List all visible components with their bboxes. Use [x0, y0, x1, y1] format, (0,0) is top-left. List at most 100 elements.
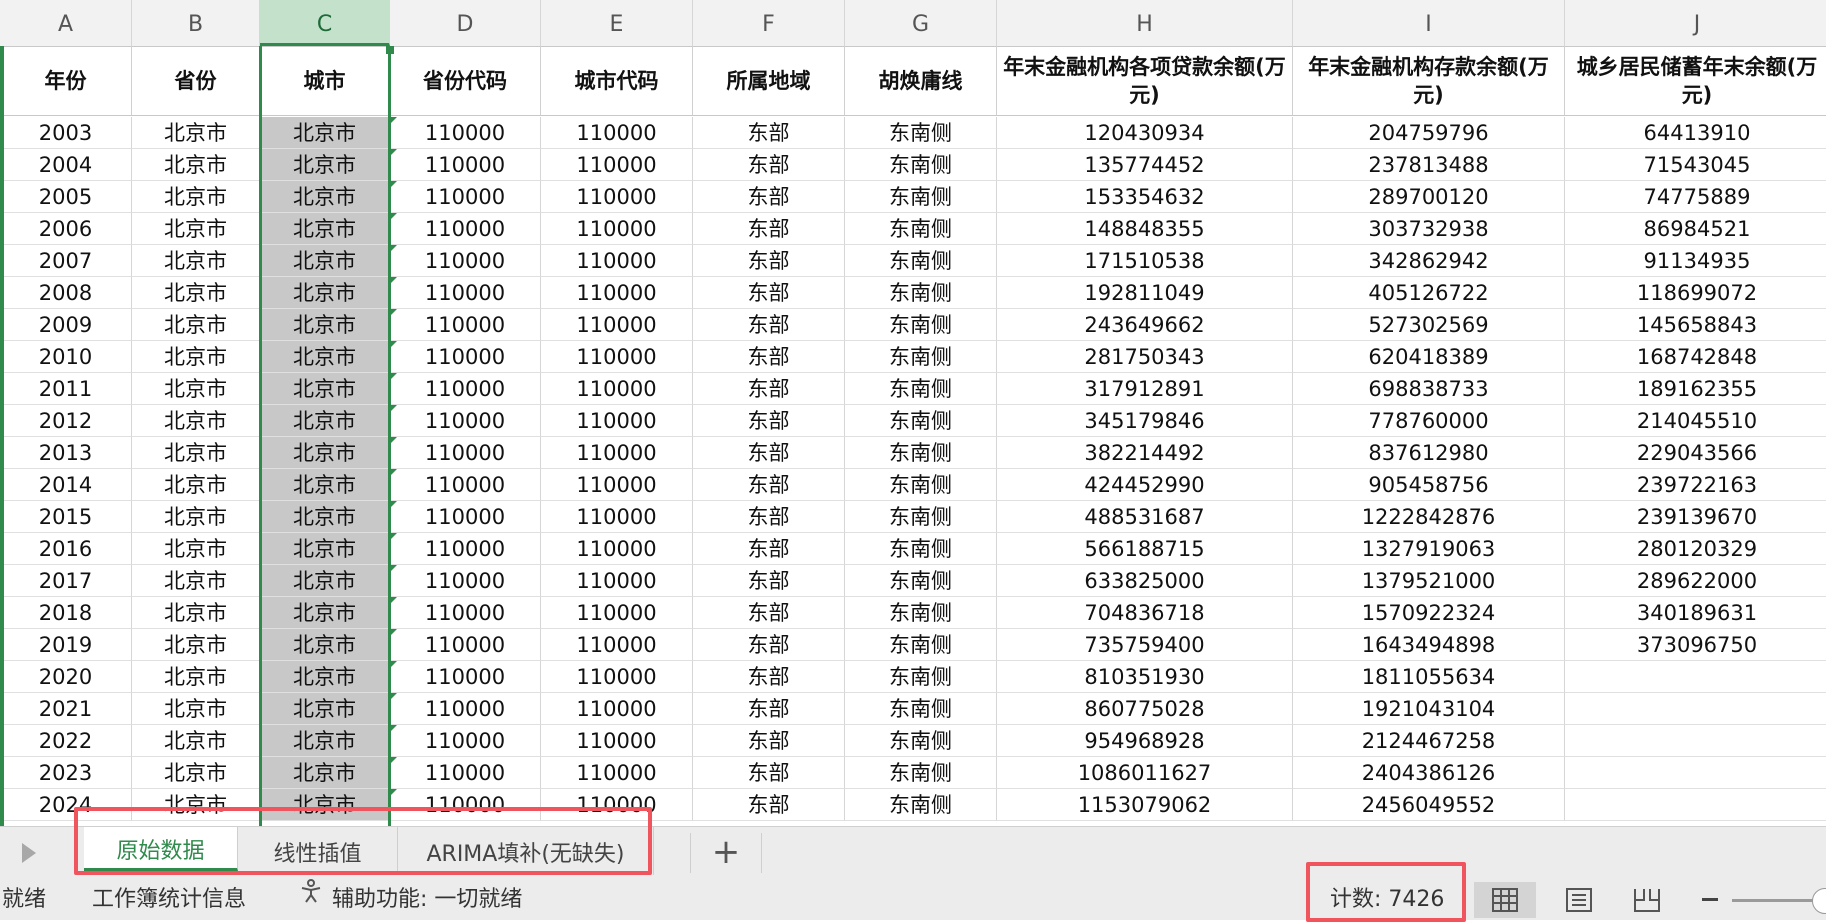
column-header-g[interactable]: G	[845, 0, 997, 46]
cell-loan-balance[interactable]: 424452990	[997, 469, 1293, 501]
column-header-a[interactable]: A	[0, 0, 132, 46]
cell-deposit-balance[interactable]: 1570922324	[1293, 597, 1565, 629]
cell-province[interactable]: 北京市	[132, 309, 260, 341]
cell-year[interactable]: 2019	[0, 629, 132, 661]
cell-deposit-balance[interactable]: 620418389	[1293, 341, 1565, 373]
cell-year[interactable]: 2015	[0, 501, 132, 533]
cell-city-code[interactable]: 110000	[541, 213, 693, 245]
header-city[interactable]: 城市	[260, 46, 390, 116]
cell-deposit-balance[interactable]: 2404386126	[1293, 757, 1565, 789]
cell-region[interactable]: 东部	[693, 469, 845, 501]
cell-deposit-balance[interactable]: 2456049552	[1293, 789, 1565, 821]
cell-hu-line[interactable]: 东南侧	[845, 533, 997, 565]
cell-hu-line[interactable]: 东南侧	[845, 693, 997, 725]
cell-loan-balance[interactable]: 153354632	[997, 181, 1293, 213]
cell-deposit-balance[interactable]: 1327919063	[1293, 533, 1565, 565]
tab-arima-fill[interactable]: ARIMA填补(无缺失)	[398, 827, 654, 875]
cell-province-code[interactable]: 110000	[390, 437, 541, 469]
cell-hu-line[interactable]: 东南侧	[845, 629, 997, 661]
cell-hu-line[interactable]: 东南侧	[845, 213, 997, 245]
cell-hu-line[interactable]: 东南侧	[845, 725, 997, 757]
cell-province[interactable]: 北京市	[132, 725, 260, 757]
workbook-stats-button[interactable]: 工作簿统计信息	[92, 876, 246, 920]
cell-province-code[interactable]: 110000	[390, 405, 541, 437]
sheet-nav-arrow-icon[interactable]	[22, 843, 36, 863]
cell-loan-balance[interactable]: 243649662	[997, 309, 1293, 341]
cell-province[interactable]: 北京市	[132, 341, 260, 373]
cell-province-code[interactable]: 110000	[390, 469, 541, 501]
column-header-h[interactable]: H	[997, 0, 1293, 46]
header-loan-balance[interactable]: 年末金融机构各项贷款余额(万元)	[997, 46, 1293, 116]
cell-province[interactable]: 北京市	[132, 469, 260, 501]
column-header-f[interactable]: F	[693, 0, 845, 46]
cell-loan-balance[interactable]: 566188715	[997, 533, 1293, 565]
cell-loan-balance[interactable]: 735759400	[997, 629, 1293, 661]
cell-province-code[interactable]: 110000	[390, 533, 541, 565]
cell-region[interactable]: 东部	[693, 789, 845, 821]
cell-province-code[interactable]: 110000	[390, 661, 541, 693]
cell-year[interactable]: 2016	[0, 533, 132, 565]
cell-region[interactable]: 东部	[693, 117, 845, 149]
cell-year[interactable]: 2023	[0, 757, 132, 789]
cell-hu-line[interactable]: 东南侧	[845, 661, 997, 693]
cell-region[interactable]: 东部	[693, 149, 845, 181]
cell-province-code[interactable]: 110000	[390, 597, 541, 629]
cell-region[interactable]: 东部	[693, 341, 845, 373]
cell-year[interactable]: 2018	[0, 597, 132, 629]
cell-region[interactable]: 东部	[693, 405, 845, 437]
cell-province-code[interactable]: 110000	[390, 245, 541, 277]
header-hu-line[interactable]: 胡焕庸线	[845, 46, 997, 116]
column-header-c[interactable]: C	[260, 0, 390, 46]
cell-province-code[interactable]: 110000	[390, 117, 541, 149]
cell-province[interactable]: 北京市	[132, 789, 260, 821]
cell-year[interactable]: 2006	[0, 213, 132, 245]
cell-year[interactable]: 2020	[0, 661, 132, 693]
spreadsheet-grid[interactable]: ABCDEFGHIJ 年份 省份 城市 省份代码 城市代码 所属地域 胡焕庸线 年末金融机构各…	[0, 0, 1826, 826]
cell-city-code[interactable]: 110000	[541, 149, 693, 181]
cell-year[interactable]: 2017	[0, 565, 132, 597]
cell-region[interactable]: 东部	[693, 533, 845, 565]
cell-province[interactable]: 北京市	[132, 565, 260, 597]
cell-province-code[interactable]: 110000	[390, 725, 541, 757]
cell-year[interactable]: 2008	[0, 277, 132, 309]
cell-savings-balance[interactable]	[1565, 661, 1826, 693]
cell-hu-line[interactable]: 东南侧	[845, 373, 997, 405]
cell-hu-line[interactable]: 东南侧	[845, 757, 997, 789]
cell-savings-balance[interactable]	[1565, 693, 1826, 725]
fill-handle[interactable]	[386, 46, 394, 54]
cell-city-code[interactable]: 110000	[541, 565, 693, 597]
cell-city[interactable]: 北京市	[260, 277, 390, 309]
cell-city[interactable]: 北京市	[260, 533, 390, 565]
cell-hu-line[interactable]: 东南侧	[845, 469, 997, 501]
cell-loan-balance[interactable]: 633825000	[997, 565, 1293, 597]
cell-year[interactable]: 2003	[0, 117, 132, 149]
cell-city[interactable]: 北京市	[260, 725, 390, 757]
cell-city-code[interactable]: 110000	[541, 341, 693, 373]
cell-deposit-balance[interactable]: 303732938	[1293, 213, 1565, 245]
cell-region[interactable]: 东部	[693, 565, 845, 597]
cell-deposit-balance[interactable]: 527302569	[1293, 309, 1565, 341]
cell-city-code[interactable]: 110000	[541, 469, 693, 501]
cell-city[interactable]: 北京市	[260, 661, 390, 693]
cell-deposit-balance[interactable]: 342862942	[1293, 245, 1565, 277]
cell-deposit-balance[interactable]: 405126722	[1293, 277, 1565, 309]
cell-city-code[interactable]: 110000	[541, 629, 693, 661]
cell-city[interactable]: 北京市	[260, 373, 390, 405]
cell-city[interactable]: 北京市	[260, 629, 390, 661]
header-city-code[interactable]: 城市代码	[541, 46, 693, 116]
cell-province-code[interactable]: 110000	[390, 629, 541, 661]
cell-loan-balance[interactable]: 860775028	[997, 693, 1293, 725]
cell-city-code[interactable]: 110000	[541, 405, 693, 437]
cell-province[interactable]: 北京市	[132, 149, 260, 181]
cell-province-code[interactable]: 110000	[390, 277, 541, 309]
cell-hu-line[interactable]: 东南侧	[845, 277, 997, 309]
cell-savings-balance[interactable]: 64413910	[1565, 117, 1826, 149]
cell-loan-balance[interactable]: 192811049	[997, 277, 1293, 309]
cell-hu-line[interactable]: 东南侧	[845, 309, 997, 341]
column-header-i[interactable]: I	[1293, 0, 1565, 46]
cell-loan-balance[interactable]: 345179846	[997, 405, 1293, 437]
cell-province[interactable]: 北京市	[132, 277, 260, 309]
cell-savings-balance[interactable]: 91134935	[1565, 245, 1826, 277]
cell-hu-line[interactable]: 东南侧	[845, 181, 997, 213]
cell-deposit-balance[interactable]: 1811055634	[1293, 661, 1565, 693]
